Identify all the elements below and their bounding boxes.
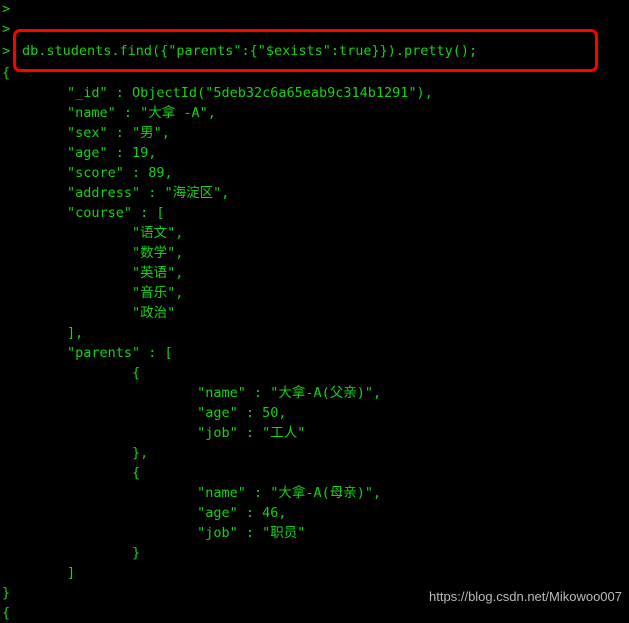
output-line: }	[2, 585, 11, 601]
output-line: "政治"	[2, 305, 176, 321]
output-line: "name" : "大拿-A(母亲)",	[2, 485, 382, 501]
output-line: "address" : "海淀区",	[2, 185, 230, 201]
output-line: "parents" : [	[2, 345, 173, 361]
output-line: ]	[2, 565, 76, 581]
watermark-url: https://blog.csdn.net/Mikowoo007	[429, 589, 622, 604]
output-line: ],	[2, 325, 84, 341]
output-line: "音乐",	[2, 285, 184, 301]
output-line: "_id" : ObjectId("5deb32c6a65eab9c314b12…	[2, 85, 433, 101]
output-line: }	[2, 545, 141, 561]
output-line: "英语",	[2, 265, 184, 281]
output-line: "name" : "大拿-A(父亲)",	[2, 385, 382, 401]
query-result-output: { "_id" : ObjectId("5deb32c6a65eab9c314b…	[2, 63, 433, 623]
shell-command-text[interactable]: db.students.find({"parents":{"$exists":t…	[22, 41, 477, 61]
output-line: "name" : "大拿 -A",	[2, 105, 216, 121]
output-line: "job" : "职员"	[2, 525, 306, 541]
output-line: {	[2, 605, 11, 621]
output-line: "age" : 50,	[2, 405, 287, 421]
output-line: },	[2, 445, 149, 461]
output-line: {	[2, 65, 11, 81]
output-line: "course" : [	[2, 205, 165, 221]
shell-prompt-2: >	[2, 21, 11, 37]
terminal-window[interactable]: > > > db.students.find({"parents":{"$exi…	[0, 0, 629, 623]
output-line: "score" : 89,	[2, 165, 173, 181]
shell-prompt-3: >	[2, 43, 11, 59]
output-line: "age" : 46,	[2, 505, 287, 521]
output-line: "age" : 19,	[2, 145, 157, 161]
output-line: "数学",	[2, 245, 184, 261]
output-line: {	[2, 365, 141, 381]
shell-prompt-1: >	[2, 1, 11, 17]
output-line: "语文",	[2, 225, 184, 241]
output-line: "sex" : "男",	[2, 125, 170, 141]
output-line: "job" : "工人"	[2, 425, 306, 441]
output-line: {	[2, 465, 141, 481]
